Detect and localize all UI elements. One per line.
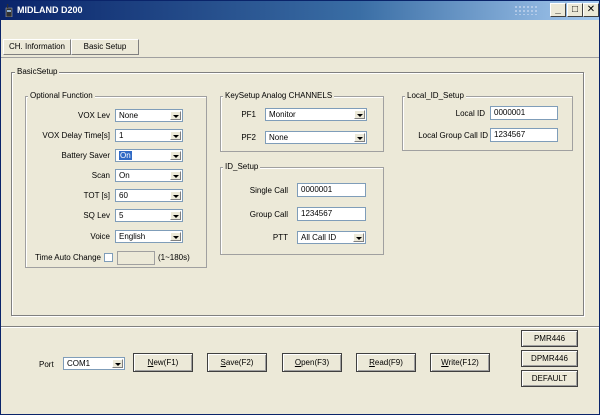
- chevron-down-icon[interactable]: [170, 151, 181, 160]
- window-title: MIDLAND D200: [17, 5, 83, 15]
- default-button[interactable]: DEFAULT: [521, 370, 578, 387]
- chevron-down-icon[interactable]: [354, 133, 365, 142]
- battery-saver-label: Battery Saver: [61, 151, 110, 160]
- group-call-label: Group Call: [249, 210, 288, 219]
- vox-delay-label: VOX Delay Time[s]: [42, 131, 110, 140]
- vox-lev-label: VOX Lev: [77, 111, 110, 120]
- sq-lev-label: SQ Lev: [83, 211, 110, 220]
- dpmr446-button[interactable]: DPMR446: [521, 350, 578, 367]
- id-setup-legend: ID_Setup: [223, 162, 261, 172]
- open-button[interactable]: Open(F3): [282, 353, 342, 372]
- local-id-setup-legend: Local_ID_Setup: [405, 91, 466, 101]
- chevron-down-icon[interactable]: [170, 131, 181, 140]
- chevron-down-icon[interactable]: [170, 232, 181, 241]
- chevron-down-icon[interactable]: [170, 191, 181, 200]
- pf1-select[interactable]: Monitor: [265, 108, 367, 121]
- chevron-down-icon[interactable]: [112, 359, 123, 368]
- ptt-select[interactable]: All Call ID: [297, 231, 366, 244]
- scan-select[interactable]: On: [115, 169, 183, 182]
- vox-delay-select[interactable]: 1: [115, 129, 183, 142]
- tab-ch-information[interactable]: CH. Information: [3, 39, 71, 55]
- local-group-call-id-input[interactable]: 1234567: [490, 128, 558, 142]
- tot-select[interactable]: 60: [115, 189, 183, 202]
- tot-label: TOT [s]: [83, 191, 110, 200]
- local-id-input[interactable]: 0000001: [490, 106, 558, 120]
- divider: [1, 57, 599, 58]
- app-window: MIDLAND D200 _ □ ✕ CH. Information Basic…: [0, 0, 600, 415]
- ptt-label: PTT: [272, 233, 288, 242]
- close-button[interactable]: ✕: [583, 3, 599, 17]
- chevron-down-icon[interactable]: [170, 211, 181, 220]
- local-id-setup-group: [402, 96, 573, 151]
- new-button[interactable]: New(F1): [133, 353, 193, 372]
- group-call-input[interactable]: 1234567: [297, 207, 366, 221]
- sq-lev-select[interactable]: 5: [115, 209, 183, 222]
- chevron-down-icon[interactable]: [354, 110, 365, 119]
- read-button[interactable]: Read(F9): [356, 353, 416, 372]
- title-bar[interactable]: MIDLAND D200 _ □ ✕: [1, 1, 599, 20]
- optional-function-legend: Optional Function: [28, 91, 95, 101]
- save-button[interactable]: Save(F2): [207, 353, 267, 372]
- tab-basic-setup[interactable]: Basic Setup: [71, 39, 139, 55]
- maximize-button[interactable]: □: [567, 3, 583, 17]
- pf2-label: PF2: [241, 133, 256, 142]
- local-id-label: Local ID: [455, 109, 485, 118]
- time-auto-change-range: (1~180s): [158, 253, 190, 262]
- single-call-input[interactable]: 0000001: [297, 183, 366, 197]
- pmr446-button[interactable]: PMR446: [521, 330, 578, 347]
- voice-select[interactable]: English: [115, 230, 183, 243]
- port-select[interactable]: COM1: [63, 357, 125, 370]
- time-auto-change-input[interactable]: [117, 251, 155, 265]
- local-group-call-id-label: Local Group Call ID: [418, 131, 488, 140]
- voice-label: Voice: [90, 232, 110, 241]
- key-setup-legend: KeySetup Analog CHANNELS: [223, 91, 335, 101]
- port-label: Port: [39, 360, 54, 369]
- chevron-down-icon[interactable]: [353, 233, 364, 242]
- radio-icon: [5, 4, 13, 17]
- write-button[interactable]: Write(F12): [430, 353, 490, 372]
- chevron-down-icon[interactable]: [170, 111, 181, 120]
- single-call-label: Single Call: [249, 186, 288, 195]
- scan-label: Scan: [91, 171, 110, 180]
- battery-saver-select[interactable]: On: [115, 149, 183, 162]
- pf1-label: PF1: [241, 110, 256, 119]
- pf2-select[interactable]: None: [265, 131, 367, 144]
- minimize-button[interactable]: _: [550, 3, 566, 17]
- time-auto-change-label: Time Auto Change: [35, 253, 101, 262]
- time-auto-change-checkbox[interactable]: [104, 253, 113, 262]
- basic-setup-legend: BasicSetup: [15, 67, 60, 77]
- divider: [1, 326, 599, 327]
- title-decoration: [514, 5, 538, 15]
- chevron-down-icon[interactable]: [170, 171, 181, 180]
- vox-lev-select[interactable]: None: [115, 109, 183, 122]
